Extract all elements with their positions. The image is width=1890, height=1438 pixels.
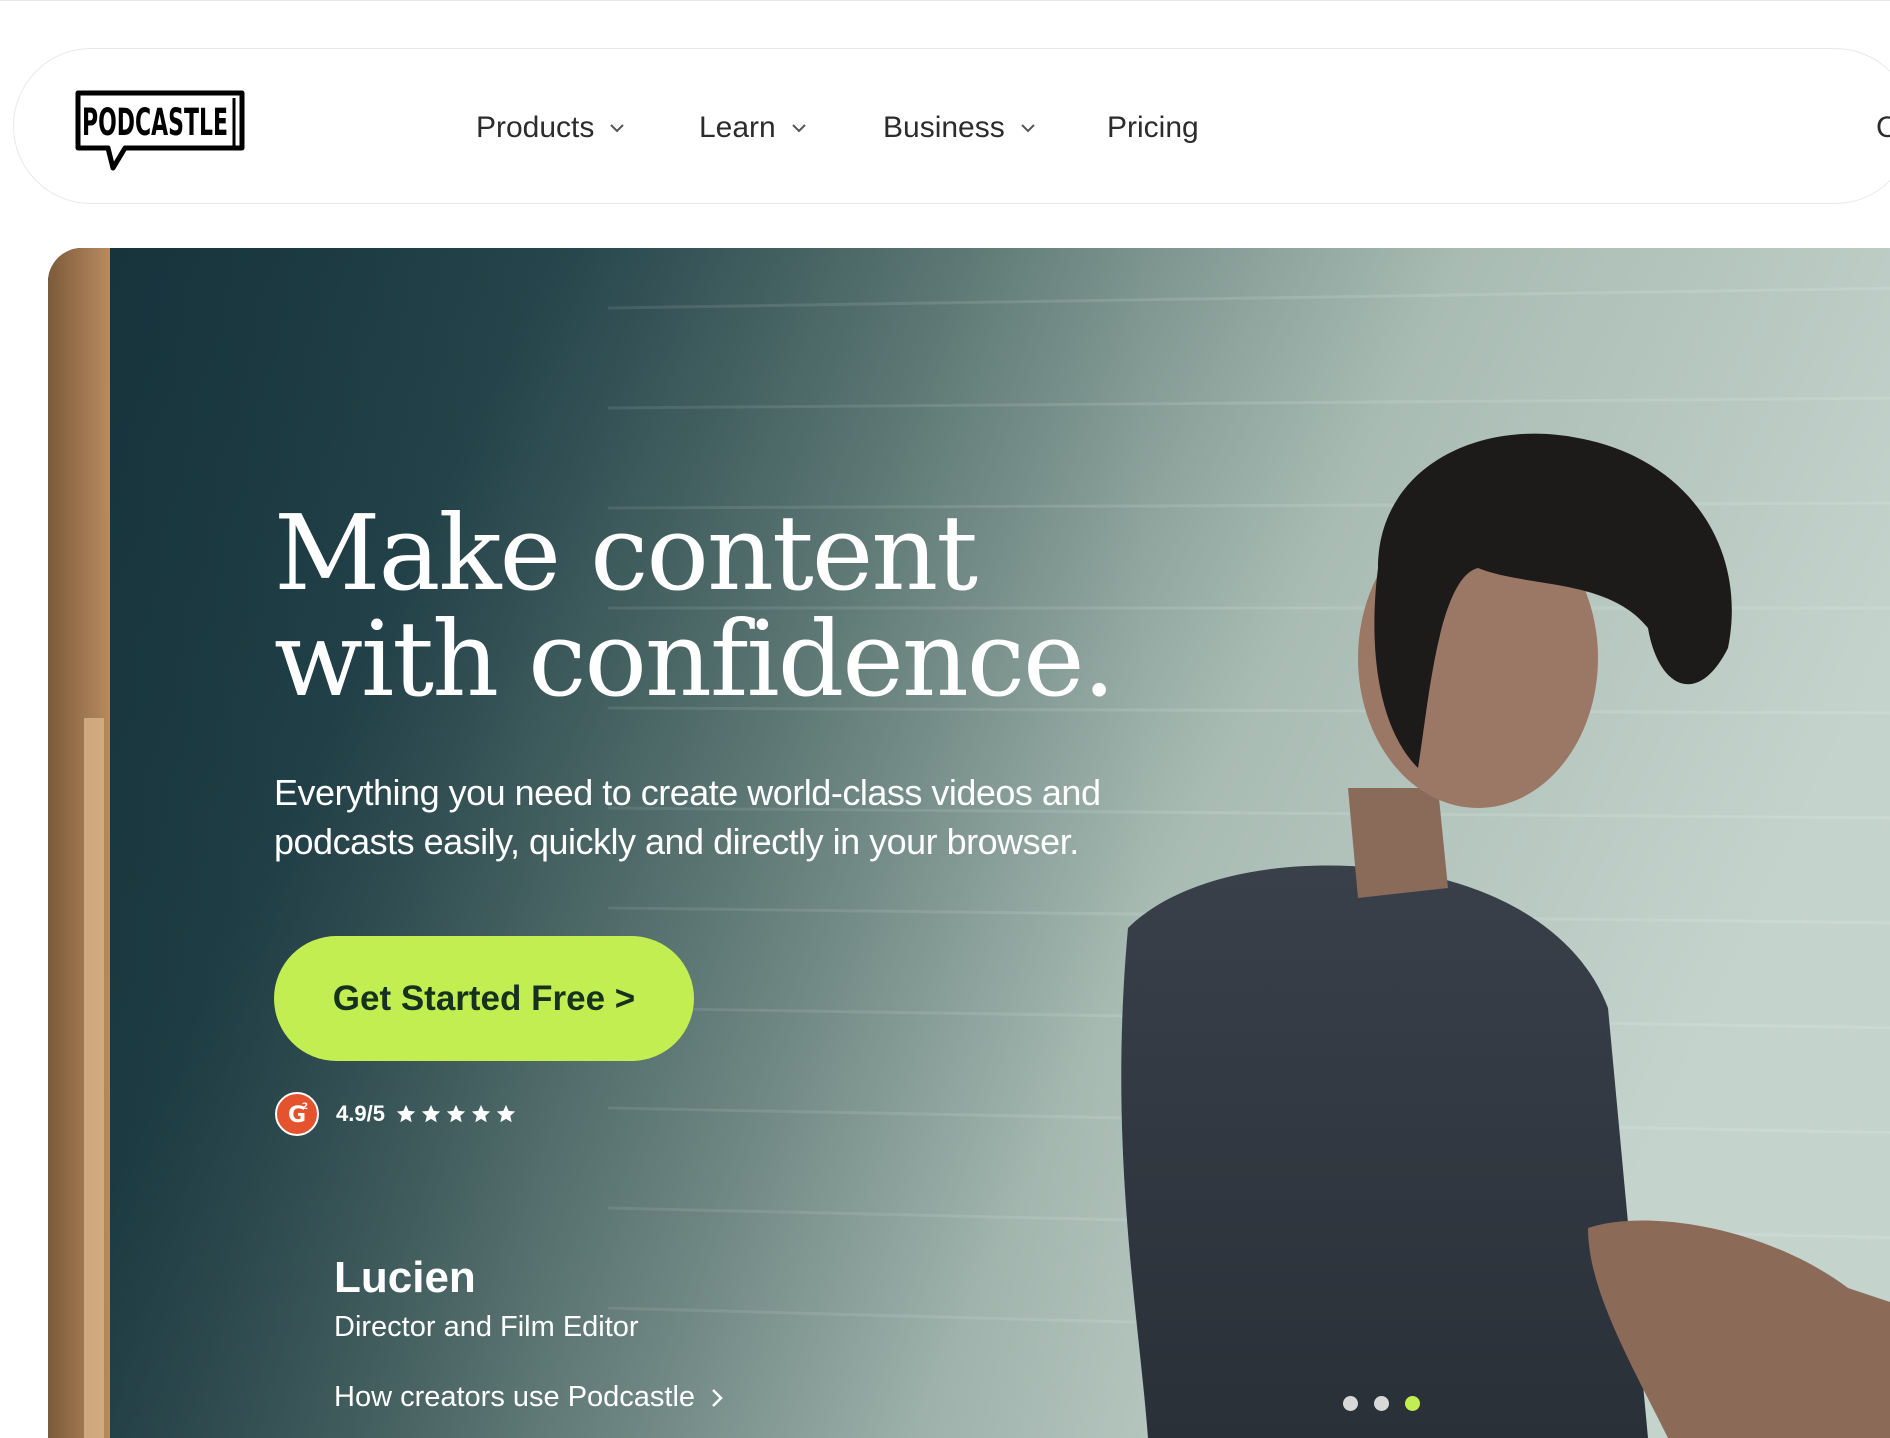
nav-business[interactable]: Business xyxy=(883,104,1037,152)
nav-item-cut-off[interactable]: C xyxy=(1876,104,1890,152)
star-icon xyxy=(421,1104,441,1123)
nav-business-label: Business xyxy=(883,111,1005,144)
creator-name: Lucien xyxy=(334,1253,476,1302)
star-icon xyxy=(471,1104,491,1123)
chevron-down-icon xyxy=(610,124,625,133)
hero-subheading-line-2: podcasts easily, quickly and directly in… xyxy=(274,821,1079,862)
nav-pricing-label: Pricing xyxy=(1107,111,1199,144)
rating-value: 4.9/5 xyxy=(336,1101,385,1126)
carousel-dots xyxy=(1343,1396,1420,1411)
hero-subheading: Everything you need to create world-clas… xyxy=(274,768,1174,866)
nav-products-label: Products xyxy=(476,111,595,144)
g2-rating: G 2 4.9/5 xyxy=(274,1091,517,1137)
hero-subheading-line-1: Everything you need to create world-clas… xyxy=(274,772,1101,813)
rating-stars xyxy=(395,1103,517,1125)
nav-learn-label: Learn xyxy=(699,111,776,144)
svg-text:2: 2 xyxy=(302,1102,308,1112)
logo-wordmark: PODCASTLE xyxy=(82,101,228,144)
how-creators-use-link[interactable]: How creators use Podcastle xyxy=(334,1381,723,1414)
carousel-dot-1[interactable] xyxy=(1343,1396,1358,1411)
hero-headline-line-1: Make content xyxy=(274,492,978,614)
nav-learn[interactable]: Learn xyxy=(699,104,808,152)
star-icon xyxy=(446,1104,466,1123)
how-creators-use-label: How creators use Podcastle xyxy=(334,1381,696,1413)
chevron-right-icon xyxy=(712,1388,723,1407)
get-started-free-button[interactable]: Get Started Free > xyxy=(274,936,694,1061)
g2-icon: G 2 xyxy=(275,1092,319,1136)
hero-headline-line-2: with confidence. xyxy=(274,598,1116,720)
top-divider xyxy=(0,0,1890,1)
carousel-dot-2[interactable] xyxy=(1374,1396,1389,1411)
star-icon xyxy=(496,1104,516,1123)
nav-products[interactable]: Products xyxy=(476,104,626,152)
hero-headline: Make content with confidence. xyxy=(274,500,1174,712)
podcastle-logo[interactable]: PODCASTLE xyxy=(75,90,245,172)
creator-role: Director and Film Editor xyxy=(334,1311,639,1343)
carousel-dot-3[interactable] xyxy=(1405,1396,1420,1411)
star-icon xyxy=(396,1104,416,1123)
chevron-down-icon xyxy=(792,124,806,133)
nav-pricing[interactable]: Pricing xyxy=(1107,104,1199,152)
chevron-down-icon xyxy=(1021,124,1035,133)
